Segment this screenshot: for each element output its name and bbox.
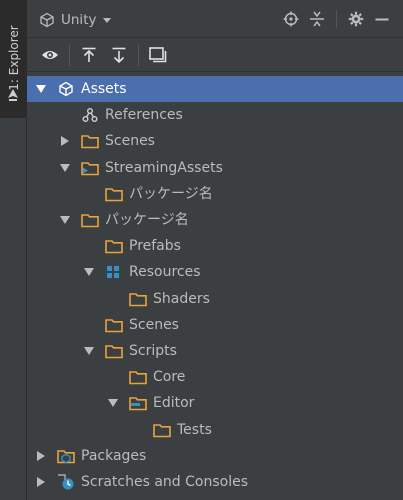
tree-row[interactable]: Resources <box>27 259 403 285</box>
tree-item-label: Scripts <box>129 342 177 359</box>
preview-pane-icon <box>149 46 167 62</box>
eye-icon <box>42 50 58 59</box>
collapse-all-button[interactable] <box>74 42 104 68</box>
folder-icon <box>105 238 123 254</box>
tree-row[interactable]: References <box>27 102 403 128</box>
folder-icon <box>81 133 99 149</box>
packages-icon <box>57 448 75 464</box>
tree-item-label: Scenes <box>105 133 155 150</box>
explorer-side-tab-label: 1: Explorer <box>7 25 21 91</box>
hide-panel-button[interactable] <box>369 8 395 30</box>
tree-row[interactable]: Scenes <box>27 128 403 154</box>
folder-icon <box>129 369 147 385</box>
panel-header: Unity <box>27 0 403 38</box>
references-icon <box>81 107 99 123</box>
header-actions <box>278 8 395 30</box>
explorer-side-tab[interactable]: 1: Explorer <box>0 0 26 118</box>
tree-item-label: Shaders <box>153 290 210 307</box>
header-divider <box>336 10 337 28</box>
unity-logo-icon <box>40 12 54 28</box>
folder-icon <box>105 186 123 202</box>
minimize-icon <box>375 18 389 21</box>
collapse-all-icon <box>82 47 96 62</box>
tree-row[interactable]: Packages <box>27 443 403 469</box>
tree-row[interactable]: Tests <box>27 416 403 442</box>
resources-folder-icon <box>105 264 123 280</box>
toolbar-divider <box>138 43 139 66</box>
settings-button[interactable] <box>343 8 369 30</box>
tree-item-label: Scenes <box>129 316 179 333</box>
expanded-arrow-icon[interactable] <box>59 162 71 174</box>
explorer-tab-icon <box>8 89 18 101</box>
tree-item-label: Core <box>153 369 186 386</box>
folder-icon <box>129 291 147 307</box>
expand-all-icon <box>112 47 126 63</box>
collapsed-arrow-icon[interactable] <box>35 476 47 488</box>
expanded-arrow-icon[interactable] <box>83 345 95 357</box>
explorer-window: 1: Explorer Unity Assets References Scen… <box>0 0 403 500</box>
tree-item-label: References <box>105 107 183 124</box>
preview-pane-button[interactable] <box>143 42 173 68</box>
folder-icon <box>105 343 123 359</box>
expanded-arrow-icon[interactable] <box>83 266 95 278</box>
locate-file-button[interactable] <box>278 8 304 30</box>
file-tree: Assets References Scenes StreamingAssets パッケ… <box>27 76 403 495</box>
tree-row[interactable]: Scratches and Consoles <box>27 469 403 495</box>
project-view-selector[interactable]: Unity <box>39 10 112 30</box>
explorer-toolbar <box>27 38 403 72</box>
tree-item-label: Prefabs <box>129 238 181 255</box>
tool-window-stripe: 1: Explorer <box>0 0 27 500</box>
tree-item-label: Assets <box>81 81 127 98</box>
tree-row[interactable]: Scripts <box>27 338 403 364</box>
expanded-arrow-icon[interactable] <box>107 397 119 409</box>
tree-row[interactable]: パッケージ名 <box>27 207 403 233</box>
expanded-arrow-icon[interactable] <box>59 214 71 226</box>
tree-item-label: Scratches and Consoles <box>81 473 248 490</box>
folder-icon <box>105 317 123 333</box>
tree-row[interactable]: Editor <box>27 390 403 416</box>
tree-row[interactable]: Assets <box>27 76 403 103</box>
tree-row[interactable]: Prefabs <box>27 233 403 259</box>
show-hidden-button[interactable] <box>35 42 65 68</box>
collapsed-arrow-icon[interactable] <box>35 450 47 462</box>
tree-item-label: パッケージ名 <box>105 212 189 229</box>
folder-icon <box>153 422 171 438</box>
project-view-label: Unity <box>61 12 97 28</box>
chevron-down-icon <box>103 18 112 23</box>
tree-item-label: Packages <box>81 447 147 464</box>
toolbar-divider <box>69 43 70 66</box>
tree-item-label: Editor <box>153 395 195 412</box>
tree-row[interactable]: Shaders <box>27 286 403 312</box>
tree-item-label: パッケージ名 <box>129 185 213 202</box>
editor-folder-icon <box>129 395 147 411</box>
streaming-folder-icon <box>81 160 99 176</box>
collapse-icon <box>310 11 324 27</box>
tree-item-label: Tests <box>177 421 212 438</box>
tree-item-label: StreamingAssets <box>105 159 223 176</box>
gear-icon <box>348 11 364 27</box>
collapsed-arrow-icon[interactable] <box>59 135 71 147</box>
tree-row[interactable]: StreamingAssets <box>27 155 403 181</box>
explorer-panel: Unity Assets References Scenes Streaming… <box>27 0 403 500</box>
tree-item-label: Resources <box>129 264 201 281</box>
folder-icon <box>81 212 99 228</box>
expanded-arrow-icon[interactable] <box>35 83 47 95</box>
unity-icon <box>57 81 75 97</box>
crosshair-icon <box>283 11 299 27</box>
scratches-icon <box>57 474 75 490</box>
expand-all-button[interactable] <box>104 42 134 68</box>
tree-row[interactable]: パッケージ名 <box>27 181 403 207</box>
tree-row[interactable]: Scenes <box>27 312 403 338</box>
collapse-expand-button[interactable] <box>304 8 330 30</box>
tree-row[interactable]: Core <box>27 364 403 390</box>
